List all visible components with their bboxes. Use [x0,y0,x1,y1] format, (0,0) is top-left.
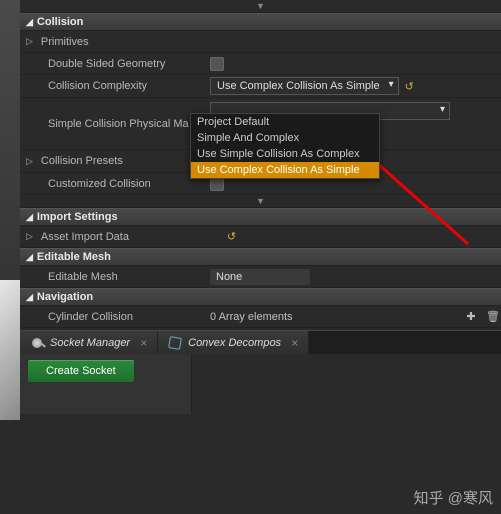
label-phys-material: Simple Collision Physical Ma [20,118,206,130]
row-cylinder-collision: Cylinder Collision 0 Array elements ✚ 🗑 [20,306,501,328]
expand-toggle-collision[interactable]: ▼ [20,195,501,208]
label-editable-mesh: Editable Mesh [20,271,206,283]
tab-label: Convex Decompos [188,337,281,349]
label-complexity: Collision Complexity [20,80,206,92]
chevron-down-icon: ◢ [26,292,33,303]
bg-gradient [0,280,20,420]
chevron-down-icon: ◢ [26,212,33,223]
dropdown-option-selected[interactable]: Use Complex Collision As Simple [191,162,379,178]
checkbox-double-sided[interactable] [210,57,224,71]
close-icon[interactable]: × [140,336,147,350]
dropdown-option[interactable]: Use Simple Collision As Complex [191,146,379,162]
tab-socket-manager[interactable]: Socket Manager × [20,331,158,354]
create-socket-button[interactable]: Create Socket [28,360,134,382]
tabs-bar: Socket Manager × Convex Decompos × [20,330,501,354]
array-elements-text: 0 Array elements [210,311,293,323]
label-primitives: Primitives [37,36,223,48]
chevron-down-icon: ◢ [26,17,33,28]
expand-icon[interactable]: ▷ [26,36,33,47]
expand-icon[interactable]: ▷ [26,156,33,167]
watermark: 知乎 @寒风 [414,487,493,508]
dropdown-value: Use Complex Collision As Simple [217,80,380,92]
row-asset-import[interactable]: ▷ Asset Import Data ↺ [20,226,501,248]
section-title: Import Settings [37,211,118,223]
dropdown-option[interactable]: Simple And Complex [191,130,379,146]
convex-icon [168,336,182,350]
reset-icon[interactable]: ↺ [227,230,236,243]
close-icon[interactable]: × [291,336,298,350]
reset-icon[interactable]: ↺ [405,80,414,93]
chevron-down-icon: ◢ [26,252,33,263]
expand-icon[interactable]: ▷ [26,231,33,242]
tab-label: Socket Manager [50,337,130,349]
row-double-sided: Double Sided Geometry [20,53,501,75]
row-editable-mesh: Editable Mesh None [20,266,501,288]
section-collision[interactable]: ◢ Collision [20,13,501,31]
section-title: Editable Mesh [37,251,111,263]
expand-toggle-top[interactable]: ▼ [20,0,501,13]
section-navigation[interactable]: ◢ Navigation [20,288,501,306]
label-cylinder: Cylinder Collision [20,311,206,323]
value-editable-mesh[interactable]: None [210,269,310,285]
section-title: Collision [37,16,83,28]
row-collision-complexity: Collision Complexity Use Complex Collisi… [20,75,501,98]
label-double-sided: Double Sided Geometry [20,58,206,70]
tab-convex-decompos[interactable]: Convex Decompos × [158,331,309,354]
section-title: Navigation [37,291,93,303]
dropdown-option[interactable]: Project Default [191,114,379,130]
label-asset-import: Asset Import Data [37,231,223,243]
add-element-icon[interactable]: ✚ [463,309,479,325]
section-editable-mesh[interactable]: ◢ Editable Mesh [20,248,501,266]
label-customized: Customized Collision [20,178,206,190]
socket-manager-panel: Create Socket [20,354,192,414]
row-primitives[interactable]: ▷ Primitives [20,31,501,53]
socket-icon [30,336,44,350]
delete-element-icon[interactable]: 🗑 [485,309,501,325]
section-import[interactable]: ◢ Import Settings [20,208,501,226]
dropdown-complexity[interactable]: Use Complex Collision As Simple [210,77,399,95]
convex-panel [192,354,501,414]
dropdown-complexity-menu[interactable]: Project Default Simple And Complex Use S… [190,113,380,179]
